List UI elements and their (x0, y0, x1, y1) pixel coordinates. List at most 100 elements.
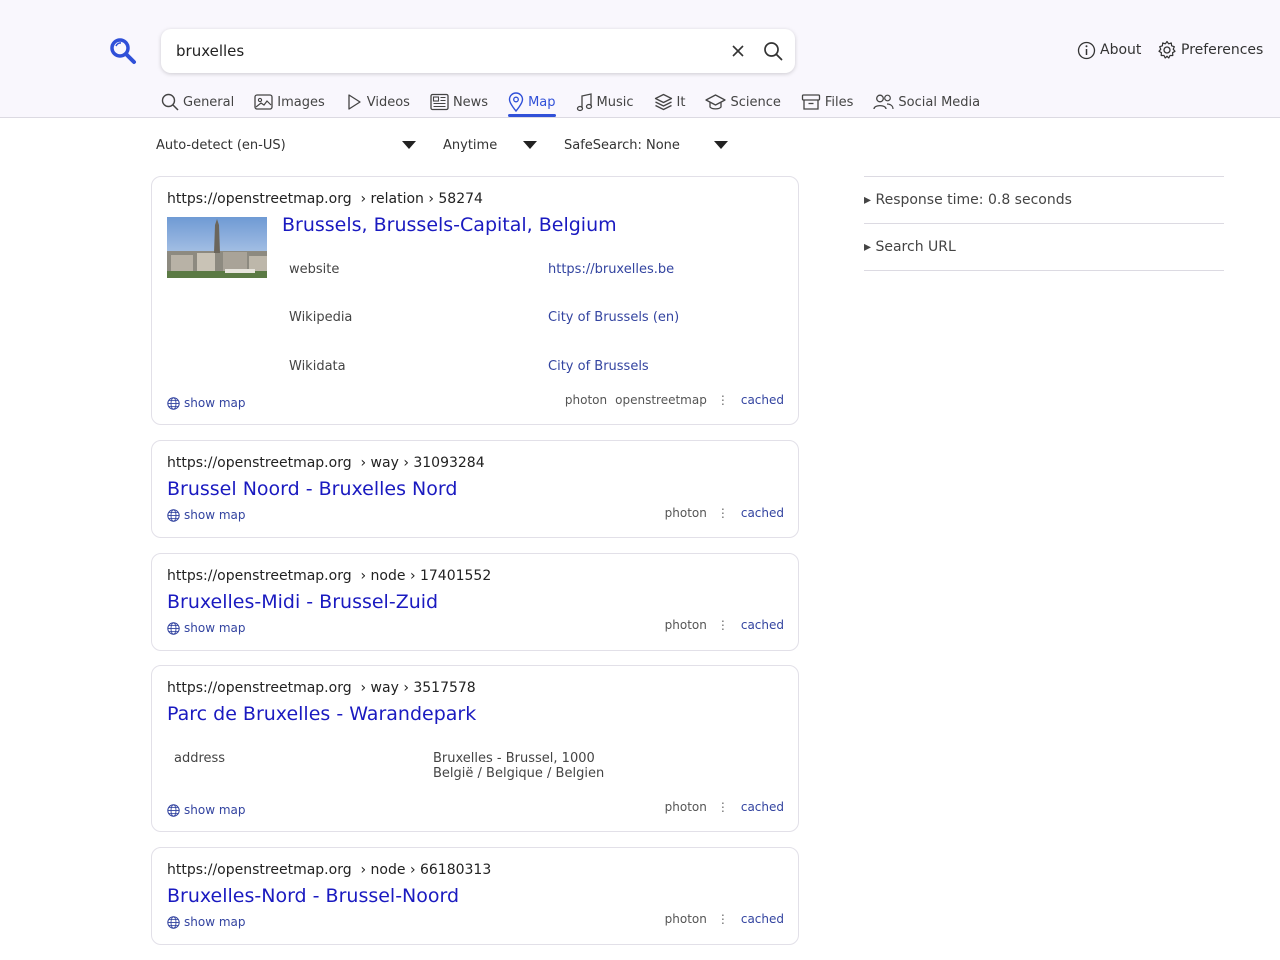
result-card: https://openstreetmap.org › way › 310932… (151, 440, 799, 538)
globe-icon (167, 803, 180, 817)
show-map-link[interactable]: show map (167, 803, 246, 817)
result-domain: https://openstreetmap.org (167, 455, 352, 471)
cached-link[interactable]: cached (741, 506, 784, 520)
tab-it[interactable]: It (654, 88, 686, 116)
preferences-label: Preferences (1181, 42, 1264, 58)
result-title[interactable]: Brussel Noord - Bruxelles Nord (167, 478, 457, 500)
result-title[interactable]: Parc de Bruxelles - Warandepark (167, 703, 476, 725)
search-button[interactable] (761, 39, 785, 63)
show-map-link[interactable]: show map (167, 621, 246, 635)
result-engines: photon ⋮ cached (657, 800, 784, 814)
language-select[interactable]: Auto-detect (en-US) (156, 135, 418, 155)
field-key-wikidata: Wikidata (289, 359, 346, 374)
globe-icon (167, 508, 180, 522)
field-key-website: website (289, 262, 340, 277)
show-map-link[interactable]: show map (167, 396, 246, 410)
result-path: › way › 31093284 (360, 455, 485, 471)
chevron-down-icon (402, 141, 416, 149)
logo-search-icon[interactable] (108, 36, 138, 66)
language-value: Auto-detect (en-US) (156, 137, 286, 153)
search-input[interactable] (176, 29, 716, 73)
archive-icon (801, 94, 821, 110)
map-pin-icon (508, 92, 524, 112)
result-url[interactable]: https://openstreetmap.org › way › 310932… (167, 455, 485, 471)
tab-videos[interactable]: Videos (345, 88, 410, 116)
field-key-address: address (174, 751, 226, 766)
globe-icon (167, 621, 180, 635)
time-range-select[interactable]: Anytime (443, 135, 540, 155)
search-url-toggle[interactable]: ▸ Search URL (864, 223, 1224, 270)
close-icon (732, 45, 744, 57)
response-time-toggle[interactable]: ▸ Response time: 0.8 seconds (864, 176, 1224, 223)
about-label: About (1100, 42, 1142, 58)
result-url[interactable]: https://openstreetmap.org › relation › 5… (167, 191, 483, 207)
globe-icon (167, 915, 180, 929)
result-path: › node › 66180313 (360, 862, 492, 878)
result-path: › node › 17401552 (360, 568, 492, 584)
result-path: › relation › 58274 (360, 191, 483, 207)
engine-name: photon (564, 393, 608, 407)
engine-name: photon (664, 618, 707, 632)
result-title[interactable]: Bruxelles-Midi - Brussel-Zuid (167, 591, 438, 613)
field-value-wikipedia[interactable]: City of Brussels (en) (548, 310, 679, 325)
header: About Preferences General Images Videos … (0, 0, 1280, 118)
show-map-link[interactable]: show map (167, 508, 246, 522)
result-title[interactable]: Bruxelles-Nord - Brussel-Noord (167, 885, 459, 907)
show-map-label: show map (184, 803, 246, 817)
tab-label: News (452, 94, 489, 110)
result-url[interactable]: https://openstreetmap.org › node › 17401… (167, 568, 491, 584)
field-value-wikidata[interactable]: City of Brussels (548, 359, 649, 374)
tab-news[interactable]: News (430, 88, 488, 116)
tab-images[interactable]: Images (254, 88, 325, 116)
safesearch-select[interactable]: SafeSearch: None (564, 135, 730, 155)
people-icon (873, 94, 894, 110)
show-map-label: show map (184, 621, 246, 635)
cached-link[interactable]: cached (741, 800, 784, 814)
engine-name: photon (664, 506, 707, 520)
result-url[interactable]: https://openstreetmap.org › node › 66180… (167, 862, 491, 878)
result-url[interactable]: https://openstreetmap.org › way › 351757… (167, 680, 476, 696)
engine-name: photon (664, 800, 707, 814)
result-engines: photon ⋮ cached (657, 912, 784, 926)
field-value-website[interactable]: https://bruxelles.be (548, 262, 674, 277)
result-domain: https://openstreetmap.org (167, 191, 352, 207)
result-card: https://openstreetmap.org › node › 17401… (151, 553, 799, 651)
music-icon (576, 92, 592, 111)
more-vertical-icon[interactable]: ⋮ (717, 912, 729, 926)
show-map-link[interactable]: show map (167, 915, 246, 929)
result-card: https://openstreetmap.org › way › 351757… (151, 665, 799, 832)
play-icon (348, 94, 361, 110)
result-card: https://openstreetmap.org › node › 66180… (151, 847, 799, 945)
gear-icon (1158, 40, 1176, 59)
more-vertical-icon[interactable]: ⋮ (717, 506, 729, 520)
tab-science[interactable]: Science (705, 88, 781, 116)
tab-files[interactable]: Files (801, 88, 853, 116)
result-title[interactable]: Brussels, Brussels-Capital, Belgium (282, 214, 617, 236)
show-map-label: show map (184, 915, 246, 929)
result-domain: https://openstreetmap.org (167, 680, 352, 696)
clear-button[interactable] (726, 40, 750, 62)
image-icon (254, 94, 273, 110)
more-vertical-icon[interactable]: ⋮ (717, 800, 729, 814)
cached-link[interactable]: cached (741, 912, 784, 926)
more-vertical-icon[interactable]: ⋮ (717, 618, 729, 632)
tab-label: It (676, 94, 686, 110)
show-map-label: show map (184, 396, 246, 410)
tab-general[interactable]: General (161, 88, 234, 116)
tab-map[interactable]: Map (508, 88, 556, 117)
tab-social-media[interactable]: Social Media (873, 88, 980, 116)
cached-link[interactable]: cached (741, 618, 784, 632)
tab-music[interactable]: Music (576, 88, 634, 116)
cached-link[interactable]: cached (741, 393, 784, 407)
preferences-link[interactable]: Preferences (1157, 39, 1263, 61)
result-thumbnail[interactable] (167, 217, 267, 278)
tab-label: Music (596, 94, 634, 110)
info-icon (1077, 41, 1096, 59)
tab-label: Videos (366, 94, 410, 110)
more-vertical-icon[interactable]: ⋮ (717, 393, 729, 407)
result-path: › way › 3517578 (360, 680, 476, 696)
search-icon (161, 93, 179, 111)
about-link[interactable]: About (1077, 39, 1141, 61)
result-card: https://openstreetmap.org › relation › 5… (151, 176, 799, 425)
tab-label: Map (528, 94, 556, 110)
